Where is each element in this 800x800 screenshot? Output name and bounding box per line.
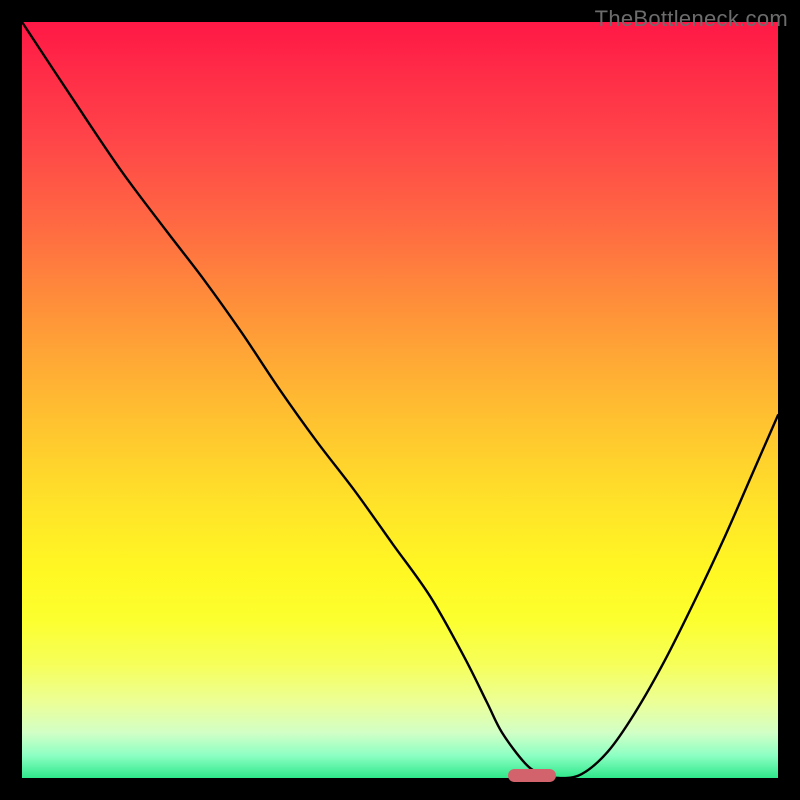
bottleneck-curve bbox=[22, 22, 778, 778]
watermark-text: TheBottleneck.com bbox=[595, 6, 788, 32]
optimal-range-marker bbox=[508, 769, 556, 782]
